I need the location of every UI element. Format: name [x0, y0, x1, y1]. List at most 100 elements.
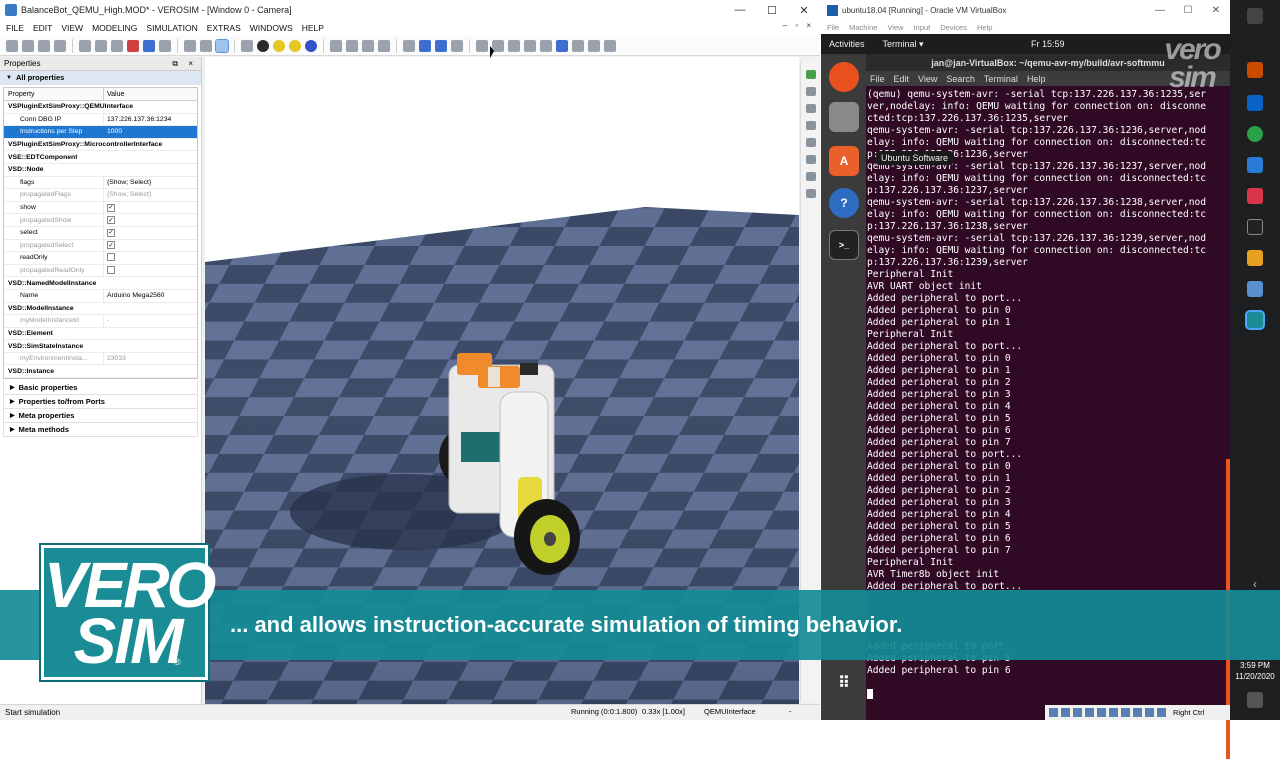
term-menu-terminal[interactable]: Terminal: [984, 74, 1018, 84]
vb-close-icon[interactable]: ✕: [1202, 5, 1230, 16]
vb-menu-help[interactable]: Help: [977, 23, 992, 32]
sensor-tool-icon[interactable]: [346, 39, 358, 52]
mdi-controls[interactable]: – ▫ ×: [783, 21, 814, 30]
vb-minimize-icon[interactable]: —: [1146, 5, 1174, 16]
virtualbox-taskbar-icon[interactable]: [1247, 281, 1263, 297]
grid-tool-icon[interactable]: [200, 39, 212, 52]
ubuntu-software-icon[interactable]: A: [829, 146, 859, 176]
property-value[interactable]: Arduino Mega2560: [104, 292, 197, 299]
network-icon[interactable]: [1085, 708, 1094, 717]
undo-icon[interactable]: [143, 39, 155, 52]
menu-windows[interactable]: WINDOWS: [250, 23, 293, 33]
term-menu-file[interactable]: File: [870, 74, 885, 84]
property-group-row[interactable]: VSE::EDTComponent: [4, 151, 197, 164]
view-side-icon[interactable]: [805, 121, 816, 130]
plugin-tool-icon[interactable]: [572, 39, 584, 52]
recording-icon[interactable]: [1133, 708, 1142, 717]
measure-tool-icon[interactable]: [215, 38, 229, 53]
save-icon[interactable]: [38, 39, 50, 52]
vb-menu-file[interactable]: File: [827, 23, 839, 32]
property-checkbox[interactable]: ✓: [104, 228, 197, 237]
network-tool-icon[interactable]: [378, 39, 390, 52]
property-row[interactable]: propagatedShow ✓: [4, 214, 197, 227]
property-group-row[interactable]: VSD::Node: [4, 164, 197, 177]
view-top-icon[interactable]: [805, 104, 816, 113]
view-tool-icon[interactable]: [508, 39, 520, 52]
property-group-row[interactable]: VSD::ModelInstance: [4, 303, 197, 316]
render-tool-icon[interactable]: [524, 39, 536, 52]
mouse-integration-icon[interactable]: [1157, 708, 1166, 717]
camera-tool-icon[interactable]: [476, 39, 488, 52]
property-value[interactable]: 1000: [104, 128, 197, 135]
term-menu-edit[interactable]: Edit: [894, 74, 910, 84]
robot-tool-icon[interactable]: [330, 39, 342, 52]
checked-icon[interactable]: ✓: [107, 228, 115, 237]
new-icon[interactable]: [6, 39, 18, 52]
property-group-row[interactable]: VSD::Instance: [4, 365, 197, 379]
vb-menu-input[interactable]: Input: [914, 23, 931, 32]
property-row[interactable]: propagatedSelect ✓: [4, 239, 197, 253]
view-fit-icon[interactable]: [805, 155, 816, 164]
activities-button[interactable]: Activities: [829, 39, 865, 49]
menu-file[interactable]: FILE: [6, 23, 24, 33]
edit-tool-icon[interactable]: [588, 39, 600, 52]
terminal-taskbar-icon[interactable]: [1247, 219, 1263, 235]
property-row[interactable]: propagatedReadOnly: [4, 264, 197, 278]
property-checkbox[interactable]: [104, 252, 197, 263]
menu-extras[interactable]: EXTRAS: [207, 23, 241, 33]
property-row[interactable]: propagatedFlags {Show; Select}: [4, 189, 197, 202]
app-icon-3[interactable]: [1247, 250, 1263, 266]
property-category[interactable]: ▶ Basic properties: [3, 381, 198, 396]
menu-edit[interactable]: EDIT: [33, 23, 52, 33]
property-value[interactable]: -: [104, 317, 197, 324]
terminal-icon[interactable]: >_: [829, 230, 859, 260]
display-icon[interactable]: [1121, 708, 1130, 717]
chrome-icon[interactable]: [1247, 126, 1263, 142]
axis-tool-icon[interactable]: [241, 39, 253, 52]
close-icon[interactable]: ✕: [788, 0, 820, 20]
light-tool-icon[interactable]: [289, 39, 301, 52]
property-checkbox[interactable]: ✓: [104, 203, 197, 212]
reset-icon[interactable]: [451, 39, 463, 52]
taskbar-clock[interactable]: 3:59 PM 11/20/2020: [1232, 660, 1278, 682]
cpu-icon[interactable]: [1145, 708, 1154, 717]
axis-view-icon[interactable]: [805, 70, 816, 79]
property-checkbox[interactable]: ✓: [104, 216, 197, 225]
property-value[interactable]: 23033: [104, 355, 197, 362]
terminal-app-menu[interactable]: Terminal ▾: [883, 39, 924, 50]
help-icon[interactable]: ?: [829, 188, 859, 218]
all-properties-header[interactable]: ▼ All properties: [0, 71, 201, 85]
property-row[interactable]: myEnvironmentInsta... 23033: [4, 352, 197, 366]
outlook-icon[interactable]: [1247, 95, 1263, 111]
frame-tool-icon[interactable]: [257, 39, 269, 52]
property-value[interactable]: {Show; Select}: [104, 191, 197, 198]
property-row[interactable]: Conn DBG IP 137.226.137.36:1234: [4, 113, 197, 127]
checked-icon[interactable]: ✓: [107, 241, 115, 250]
minimize-icon[interactable]: —: [724, 0, 756, 20]
ubuntu-clock[interactable]: Fr 15:59: [1031, 39, 1065, 49]
paste-icon[interactable]: [111, 39, 123, 52]
panel-controls[interactable]: ⧉ ×: [172, 59, 197, 69]
delete-icon[interactable]: [127, 39, 139, 52]
property-checkbox[interactable]: ✓: [104, 241, 197, 250]
property-row[interactable]: Name Arduino Mega2560: [4, 289, 197, 303]
unchecked-icon[interactable]: [107, 265, 115, 274]
show-applications-icon[interactable]: ⠿: [829, 668, 859, 698]
property-category[interactable]: ▶ Properties to/from Ports: [3, 395, 198, 410]
property-row[interactable]: show ✓: [4, 201, 197, 215]
property-row[interactable]: select ✓: [4, 226, 197, 240]
verosim-taskbar-icon[interactable]: [1245, 310, 1265, 330]
vb-menu-view[interactable]: View: [887, 23, 903, 32]
actuator-tool-icon[interactable]: [362, 39, 374, 52]
term-menu-help[interactable]: Help: [1027, 74, 1046, 84]
unchecked-icon[interactable]: [107, 252, 115, 261]
notification-icon[interactable]: [1247, 692, 1263, 708]
export-tool-icon[interactable]: [540, 39, 552, 52]
property-value[interactable]: {Show; Select}: [104, 179, 197, 186]
redo-icon[interactable]: [159, 39, 171, 52]
files-icon[interactable]: [829, 102, 859, 132]
vscode-icon[interactable]: [1247, 157, 1263, 173]
copy-icon[interactable]: [95, 39, 107, 52]
view-rotate-icon[interactable]: [805, 189, 816, 198]
vb-maximize-icon[interactable]: ☐: [1174, 5, 1202, 16]
